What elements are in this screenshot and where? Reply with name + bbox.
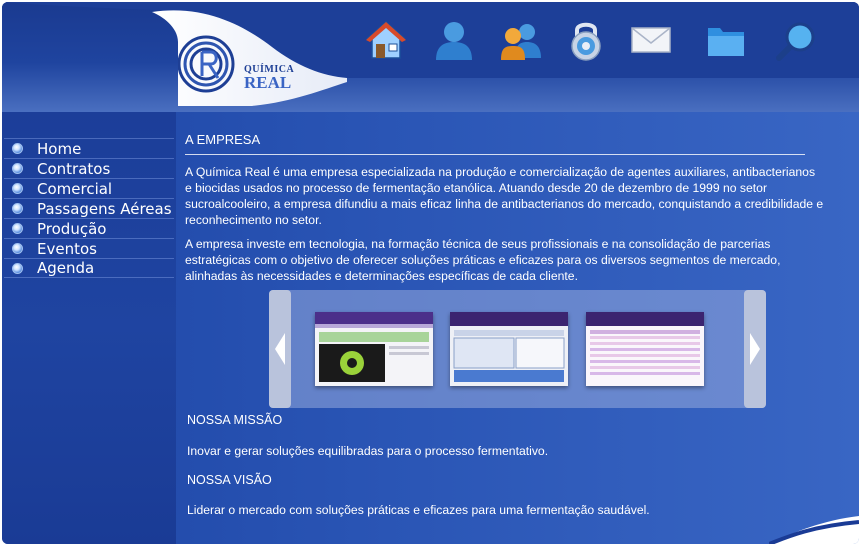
nav-label: Comercial <box>37 179 113 198</box>
bullet-icon <box>12 163 23 174</box>
nav-item-contratos[interactable]: Contratos <box>4 158 174 178</box>
company-paragraph: A Química Real é uma empresa especializa… <box>185 165 824 227</box>
carousel-next-button[interactable] <box>744 290 766 408</box>
vision-text: Liderar o mercado com soluções práticas … <box>187 503 650 517</box>
nav-label: Passagens Aéreas <box>37 199 172 218</box>
vision-title: NOSSA VISÃO <box>187 473 272 487</box>
chevron-left-icon <box>275 333 285 365</box>
nav-label: Eventos <box>37 239 97 258</box>
nav-item-comercial[interactable]: Comercial <box>4 178 174 198</box>
carousel-prev-button[interactable] <box>269 290 291 408</box>
page-frame: QUÍMICA REAL Home Contratos Comercial Pa… <box>2 2 859 544</box>
mission-title: NOSSA MISSÃO <box>187 413 283 427</box>
bullet-icon <box>12 203 23 214</box>
user-icon[interactable] <box>432 18 476 62</box>
bullet-icon <box>12 183 23 194</box>
nav-label: Produção <box>37 219 107 238</box>
bullet-icon <box>12 262 23 274</box>
page-title: A EMPRESA <box>185 132 261 147</box>
nav-item-eventos[interactable]: Eventos <box>4 238 174 258</box>
screenshot-thumbnail[interactable] <box>315 312 433 386</box>
nav-item-producao[interactable]: Produção <box>4 218 174 238</box>
chevron-right-icon <box>750 333 760 365</box>
company-paragraph: A empresa investe em tecnologia, na form… <box>185 237 781 283</box>
title-divider <box>185 154 805 155</box>
screenshot-thumbnail[interactable] <box>450 312 568 386</box>
bullet-icon <box>12 223 23 234</box>
mission-text: Inovar e gerar soluções equilibradas par… <box>187 444 549 458</box>
nav-item-home[interactable]: Home <box>4 138 174 158</box>
screenshot-thumbnail[interactable] <box>586 312 704 386</box>
folder-icon[interactable] <box>704 18 748 62</box>
main-content: A EMPRESA A Química Real é uma empresa e… <box>185 130 825 284</box>
nav-label: Home <box>37 139 82 158</box>
bullet-icon <box>12 243 23 254</box>
footer-wave <box>769 516 859 544</box>
nav-label: Contratos <box>37 159 111 178</box>
home-icon[interactable] <box>364 18 408 62</box>
nav-item-passagens-aereas[interactable]: Passagens Aéreas <box>4 198 174 218</box>
nav-label: Agenda <box>37 259 95 277</box>
sidebar-nav: Home Contratos Comercial Passagens Aérea… <box>4 138 174 278</box>
lock-icon[interactable] <box>564 18 608 62</box>
brand-name-bottom: REAL <box>244 73 292 92</box>
users-icon[interactable] <box>499 18 543 62</box>
mail-icon[interactable] <box>629 18 673 62</box>
bullet-icon <box>12 143 23 154</box>
screenshot-carousel <box>269 290 766 408</box>
nav-item-agenda[interactable]: Agenda <box>4 258 174 278</box>
search-icon[interactable] <box>775 18 819 62</box>
